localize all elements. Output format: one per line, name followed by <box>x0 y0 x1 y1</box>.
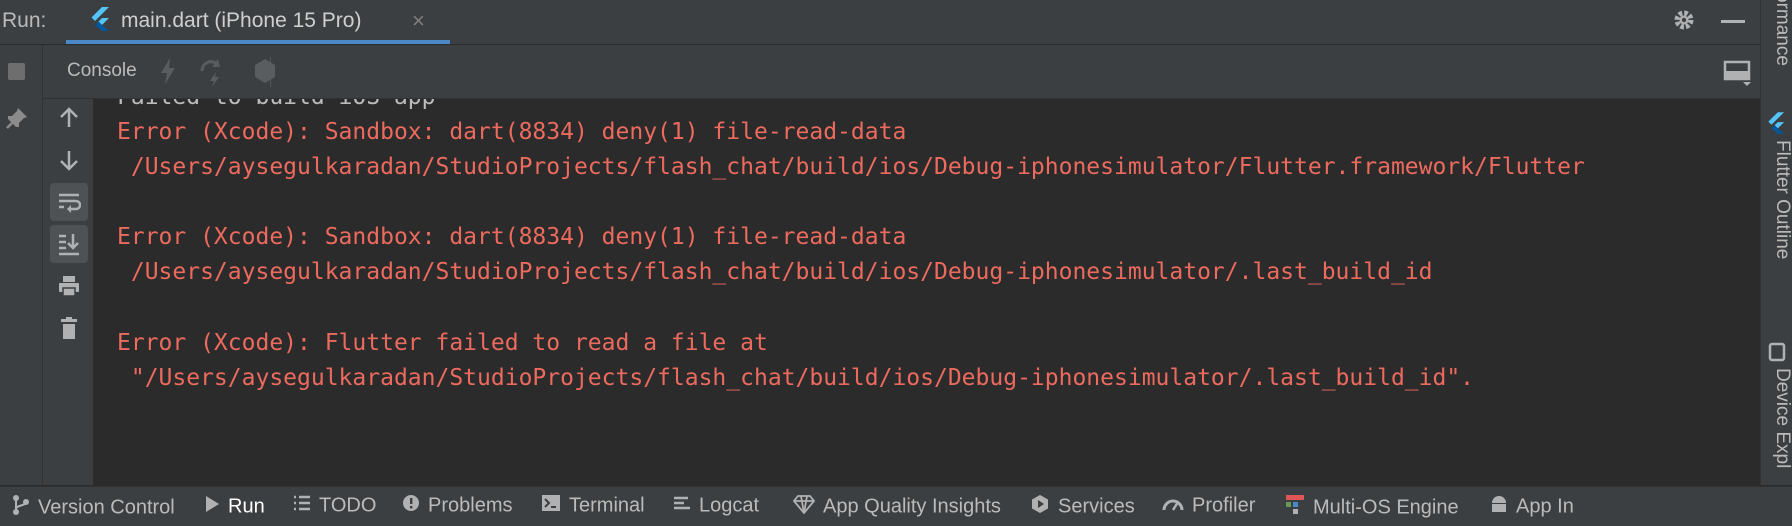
tool-label: TODO <box>319 494 377 517</box>
console-output[interactable]: Failed to build iOS app Error (Xcode): S… <box>93 99 1760 485</box>
layout-options-icon[interactable] <box>1723 59 1753 92</box>
close-icon[interactable]: × <box>412 8 425 34</box>
console-line: /Users/aysegulkaradan/StudioProjects/fla… <box>117 259 1433 285</box>
play-icon <box>204 494 220 520</box>
tool-terminal[interactable]: Terminal <box>541 494 645 520</box>
scroll-to-end-button[interactable] <box>50 225 88 263</box>
run-side-gutter <box>0 45 43 485</box>
tool-app-inspection[interactable]: App In <box>1490 494 1574 520</box>
console-line: /Users/aysegulkaradan/StudioProjects/fla… <box>117 154 1585 180</box>
tool-multi-os-engine[interactable]: Multi-OS Engine <box>1285 494 1459 520</box>
clear-all-button[interactable] <box>50 309 88 347</box>
services-icon <box>1030 494 1050 520</box>
console-line: Error (Xcode): Flutter failed to read a … <box>117 330 768 356</box>
flutter-icon <box>90 7 110 36</box>
tool-label: Profiler <box>1192 494 1256 517</box>
console-actions-toolbar <box>43 99 94 485</box>
sidebar-item-device-explorer[interactable]: Device Expl <box>1761 368 1792 468</box>
diamond-icon <box>792 494 816 520</box>
run-toolbar: Run: main.dart (iPhone 15 Pro) × <box>0 0 1760 45</box>
sidebar-item-flutter-outline[interactable]: Flutter Outline <box>1761 140 1792 259</box>
tool-profiler[interactable]: Profiler <box>1162 494 1255 520</box>
warning-icon <box>402 494 420 518</box>
tool-label: Multi-OS Engine <box>1313 496 1459 519</box>
console-line: Error (Xcode): Sandbox: dart(8834) deny(… <box>117 224 907 250</box>
android-icon <box>1490 494 1508 520</box>
minimize-icon[interactable] <box>1721 20 1745 23</box>
tool-label: Problems <box>428 494 513 517</box>
console-line: Failed to build iOS app <box>117 99 436 110</box>
list-icon <box>293 494 311 518</box>
scroll-up-button[interactable] <box>50 99 88 137</box>
sidebar-item-performance[interactable]: ormance <box>1761 0 1792 66</box>
console-toolbar: Console <box>43 45 1760 99</box>
pin-icon[interactable] <box>4 105 30 136</box>
tool-logcat[interactable]: Logcat <box>673 494 759 520</box>
active-tab-indicator <box>66 40 450 44</box>
print-button[interactable] <box>50 267 88 305</box>
lightning-icon[interactable] <box>155 55 181 92</box>
gauge-icon <box>1162 494 1184 518</box>
tool-label: Version Control <box>38 496 175 519</box>
device-icon <box>1768 342 1786 367</box>
console-line: "/Users/aysegulkaradan/StudioProjects/fl… <box>117 365 1475 391</box>
hierarchy-icon <box>1285 494 1305 522</box>
tool-label: Logcat <box>699 494 760 517</box>
terminal-icon <box>541 494 561 518</box>
flutter-icon <box>1767 112 1785 139</box>
tool-run[interactable]: Run <box>204 494 265 520</box>
branch-icon <box>12 494 30 522</box>
tool-label: App In <box>1516 495 1574 518</box>
gear-icon[interactable] <box>1672 8 1696 37</box>
tool-todo[interactable]: TODO <box>293 494 376 520</box>
tool-label: Run <box>228 495 265 518</box>
console-line: Error (Xcode): Sandbox: dart(8834) deny(… <box>117 119 907 145</box>
soft-wrap-button[interactable] <box>50 183 88 221</box>
tool-window-bar: Version Control Run TODO Problems Termin… <box>0 486 1792 526</box>
stop-icon[interactable] <box>8 63 25 80</box>
devtools-icon[interactable] <box>251 55 279 92</box>
scroll-down-button[interactable] <box>50 141 88 179</box>
logcat-icon <box>673 494 691 518</box>
tool-app-quality-insights[interactable]: App Quality Insights <box>792 494 1001 520</box>
tool-label: Services <box>1058 495 1135 518</box>
tab-console[interactable]: Console <box>67 60 137 82</box>
tool-label: App Quality Insights <box>823 495 1001 518</box>
tool-version-control[interactable]: Version Control <box>12 494 175 520</box>
tab-label: main.dart (iPhone 15 Pro) <box>121 9 362 32</box>
tool-problems[interactable]: Problems <box>402 494 512 520</box>
run-label: Run: <box>2 9 47 32</box>
tab-main-dart[interactable]: main.dart (iPhone 15 Pro) × <box>66 0 450 44</box>
right-tool-sidebar: ormance Flutter Outline Device Expl <box>1760 0 1792 485</box>
hot-restart-icon[interactable] <box>196 55 226 92</box>
tool-services[interactable]: Services <box>1030 494 1135 520</box>
tool-label: Terminal <box>569 494 645 517</box>
